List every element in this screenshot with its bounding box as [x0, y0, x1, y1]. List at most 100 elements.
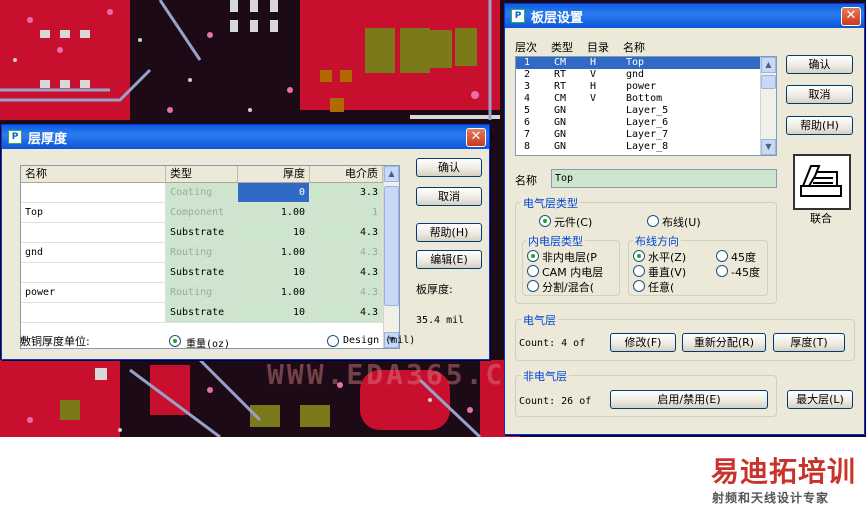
dir-45-radio[interactable] — [716, 250, 728, 262]
cell-thickness[interactable]: 1.00 — [238, 243, 310, 263]
help-button[interactable]: 帮助(H) — [786, 116, 853, 135]
unit-oz-radio[interactable] — [169, 335, 181, 347]
col-type[interactable]: 类型 — [166, 166, 238, 182]
cell-dielectric[interactable]: 4.3 — [310, 283, 383, 303]
board-layer-dialog: P 板层设置 ✕ 层次 类型 目录 名称 1 CM H Top 2 RT Vgnd 3 RT… — [504, 3, 865, 435]
dir-vertical-label: 垂直(V) — [648, 266, 687, 279]
layer-list[interactable]: 1 CM H Top 2 RT Vgnd 3 RT Hpower 4 CM V Bottom 5 GN… — [515, 56, 777, 156]
dir-vertical-radio[interactable] — [633, 265, 645, 277]
cell-thickness[interactable]: 0 — [238, 183, 310, 203]
cell-thickness[interactable]: 1.00 — [238, 203, 310, 223]
col-name[interactable]: 名称 — [21, 166, 166, 182]
list-item[interactable]: 5 GN Layer_5 — [516, 105, 776, 117]
cell-type: Routing — [166, 283, 238, 303]
routing-label: 布线(U) — [662, 216, 701, 229]
list-item[interactable]: 4 CM V Bottom — [516, 93, 776, 105]
merge-button[interactable] — [793, 154, 851, 210]
cell-dielectric[interactable]: 4.3 — [310, 303, 383, 323]
cell-dielectric[interactable]: 4.3 — [310, 223, 383, 243]
cell-dielectric[interactable]: 4.3 — [310, 263, 383, 283]
dir-minus45-label: -45度 — [731, 266, 760, 279]
cell-name — [21, 263, 166, 283]
table-row[interactable]: Coating 0 3.3 — [21, 183, 399, 203]
scroll-up-icon[interactable]: ▲ — [761, 57, 776, 73]
cell-type: Coating — [166, 183, 238, 203]
cell-type: Substrate — [166, 263, 238, 283]
component-label: 元件(C) — [554, 216, 593, 229]
scroll-thumb[interactable] — [761, 75, 776, 89]
board-title: 板层设置 — [531, 10, 584, 26]
cell-name: gnd — [21, 243, 166, 263]
list-item[interactable]: 2 RT Vgnd — [516, 69, 776, 81]
cell-name — [21, 183, 166, 203]
thickness-scrollbar[interactable]: ▲ ▼ — [383, 166, 399, 348]
col-dielectric[interactable]: 电介质 — [310, 166, 383, 182]
layer-list-scrollbar[interactable]: ▲ ▼ — [760, 57, 776, 155]
table-row[interactable]: Substrate 10 4.3 — [21, 223, 399, 243]
unit-design-label: Design (mil) — [343, 335, 416, 346]
thickness-titlebar[interactable]: P 层厚度 — [2, 125, 489, 149]
routing-radio[interactable] — [647, 215, 659, 227]
table-row[interactable]: Substrate 10 4.3 — [21, 263, 399, 283]
component-radio[interactable] — [539, 215, 551, 227]
close-icon[interactable]: ✕ — [466, 128, 486, 147]
unit-design-radio[interactable] — [327, 335, 339, 347]
plane-split-radio[interactable] — [527, 280, 539, 292]
cancel-button[interactable]: 取消 — [786, 85, 853, 104]
name-field[interactable]: Top — [551, 169, 777, 188]
list-header-name: 名称 — [623, 41, 645, 54]
plane-none-label: 非内电层(P — [542, 251, 597, 264]
cell-type: Routing — [166, 243, 238, 263]
list-item[interactable]: 8 GN Layer_8 — [516, 141, 776, 153]
cell-thickness[interactable]: 10 — [238, 303, 310, 323]
ok-button[interactable]: 确认 — [786, 55, 853, 74]
enable-disable-button[interactable]: 启用/禁用(E) — [610, 390, 768, 409]
cell-dielectric[interactable]: 4.3 — [310, 243, 383, 263]
scroll-thumb[interactable] — [384, 186, 399, 306]
dir-any-radio[interactable] — [633, 280, 645, 292]
list-item[interactable]: 6 GN Layer_6 — [516, 117, 776, 129]
scroll-down-icon[interactable]: ▼ — [761, 139, 776, 155]
routing-direction-title: 布线方向 — [633, 233, 681, 249]
scroll-up-icon[interactable]: ▲ — [384, 166, 399, 182]
dir-45-label: 45度 — [731, 251, 756, 264]
merge-icon — [800, 165, 842, 197]
help-button[interactable]: 帮助(H) — [416, 223, 482, 242]
ok-button[interactable]: 确认 — [416, 158, 482, 177]
list-item[interactable]: 3 RT Hpower — [516, 81, 776, 93]
cell-dielectric[interactable]: 1 — [310, 203, 383, 223]
list-item[interactable]: 1 CM H Top — [516, 57, 776, 69]
logo-subtitle: 射频和天线设计专家 — [712, 491, 830, 505]
dir-minus45-radio[interactable] — [716, 265, 728, 277]
thickness-grid-header: 名称 类型 厚度 电介质 — [21, 166, 399, 183]
cell-type: Substrate — [166, 223, 238, 243]
board-thickness-label: 板厚度: — [416, 283, 453, 296]
cell-thickness[interactable]: 10 — [238, 263, 310, 283]
cancel-button[interactable]: 取消 — [416, 187, 482, 206]
layer-thickness-dialog: P 层厚度 ✕ 名称 类型 厚度 电介质 Coating 0 3.3 Top C… — [1, 124, 542, 391]
reassign-button[interactable]: 重新分配(R) — [682, 333, 766, 352]
thickness-button[interactable]: 厚度(T) — [773, 333, 845, 352]
dir-any-label: 任意( — [648, 281, 675, 294]
table-row[interactable]: gnd Routing 1.00 4.3 — [21, 243, 399, 263]
board-titlebar[interactable]: P 板层设置 — [505, 4, 864, 28]
cell-name: power — [21, 283, 166, 303]
table-row[interactable]: Top Component 1.00 1 — [21, 203, 399, 223]
modify-button[interactable]: 修改(F) — [610, 333, 676, 352]
table-row[interactable]: power Routing 1.00 4.3 — [21, 283, 399, 303]
edit-button[interactable]: 编辑(E) — [416, 250, 482, 269]
plane-none-radio[interactable] — [527, 250, 539, 262]
plane-cam-radio[interactable] — [527, 265, 539, 277]
name-label: 名称 — [515, 174, 537, 187]
col-thickness[interactable]: 厚度 — [238, 166, 310, 182]
list-item[interactable]: 7 GN Layer_7 — [516, 129, 776, 141]
max-layers-button[interactable]: 最大层(L) — [787, 390, 853, 409]
cell-thickness[interactable]: 1.00 — [238, 283, 310, 303]
dir-horizontal-radio[interactable] — [633, 250, 645, 262]
cell-thickness[interactable]: 10 — [238, 223, 310, 243]
close-icon[interactable]: ✕ — [841, 7, 861, 26]
logo-text: 易迪拓培训 — [711, 455, 857, 488]
cell-dielectric[interactable]: 3.3 — [310, 183, 383, 203]
table-row[interactable]: Substrate 10 4.3 — [21, 303, 399, 323]
electrical-layer-type-title: 电气层类型 — [521, 195, 580, 211]
